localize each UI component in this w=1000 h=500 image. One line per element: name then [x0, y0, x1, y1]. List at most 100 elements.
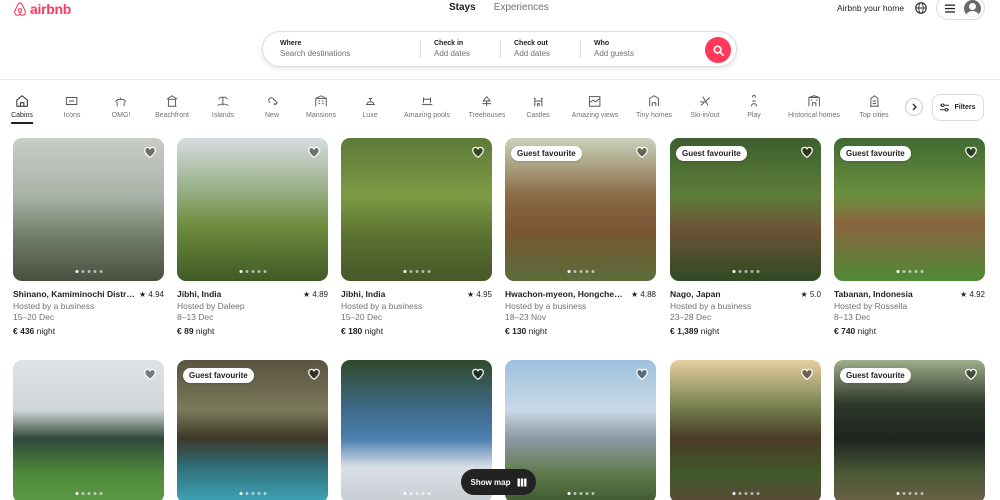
listing-card[interactable]	[670, 360, 821, 500]
listing-card[interactable]: Guest favourite Hwachon-myeon, Hongcheo… ★…	[505, 138, 656, 338]
listing-host: Hosted by Daleep	[177, 300, 245, 311]
listing-photo[interactable]	[177, 138, 328, 281]
listing-rating: ★ 4.92	[960, 290, 985, 299]
listing-photo[interactable]: Guest favourite	[670, 138, 821, 281]
category-ski-in-out[interactable]: Ski-in/out	[690, 94, 720, 119]
ski-icon	[699, 96, 710, 106]
listing-location: Jibhi, India	[341, 289, 386, 299]
listing-photo[interactable]: Guest favourite	[177, 360, 328, 500]
luxe-icon	[365, 97, 375, 105]
photo-pagination-dots	[896, 270, 923, 273]
star-icon: ★	[800, 290, 810, 299]
heart-icon[interactable]	[143, 367, 157, 381]
listing-details: Jibhi, India ★ 4.95 Hosted by a business 15…	[341, 289, 492, 338]
listing-location: Shinano, Kamiminochi Distric…	[13, 289, 135, 299]
guest-favourite-badge: Guest favourite	[840, 146, 911, 161]
airbnb-logo[interactable]: airbnb	[13, 1, 71, 17]
category-icons[interactable]: Icons	[63, 94, 81, 119]
category-amazing-views[interactable]: Amazing views	[572, 94, 618, 119]
heart-icon[interactable]	[307, 145, 321, 159]
listing-card[interactable]: Shinano, Kamiminochi Distric… ★ 4.94 Hoste…	[13, 138, 164, 338]
listing-card[interactable]: Guest favourite Tabanan, Indonesia ★ 4.92 H…	[834, 138, 985, 338]
tab-experiences[interactable]: Experiences	[494, 2, 549, 13]
category-play[interactable]: Play	[747, 94, 761, 119]
category-mansions[interactable]: Mansions	[306, 94, 336, 119]
listing-details: Nago, Japan ★ 5.0 Hosted by a business 23–2…	[670, 289, 821, 338]
heart-icon[interactable]	[471, 367, 485, 381]
listing-photo[interactable]	[13, 138, 164, 281]
category-beachfront[interactable]: Beachfront	[155, 94, 189, 119]
listing-photo[interactable]: Guest favourite	[834, 138, 985, 281]
listing-card[interactable]	[13, 360, 164, 500]
category-tiny-homes[interactable]: Tiny homes	[636, 94, 672, 119]
where-label: Where	[280, 40, 302, 47]
category-label: Top cities	[859, 112, 889, 119]
category-castles[interactable]: Castles	[526, 94, 550, 119]
category-islands[interactable]: Islands	[212, 94, 234, 119]
category-cabins[interactable]: Cabins	[11, 94, 33, 124]
listing-price: € 740 night	[834, 326, 877, 337]
listing-photo[interactable]	[341, 138, 492, 281]
heart-icon[interactable]	[800, 367, 814, 381]
heart-icon[interactable]	[635, 367, 649, 381]
listing-host: Hosted by a business	[670, 300, 752, 311]
category-luxe[interactable]: Luxe	[362, 94, 378, 119]
chevron-right-icon	[912, 103, 917, 111]
heart-icon[interactable]	[800, 145, 814, 159]
category-omg[interactable]: OMG!	[112, 94, 130, 119]
category-amazing-pools[interactable]: Amazing pools	[404, 94, 450, 119]
listing-price: € 1,389 night	[670, 326, 720, 337]
heart-icon[interactable]	[307, 367, 321, 381]
heart-icon[interactable]	[143, 145, 157, 159]
listing-card[interactable]: Guest favourite Nago, Japan ★ 5.0 Hosted by…	[670, 138, 821, 338]
listing-price: € 89 night	[177, 326, 215, 337]
listing-price: € 436 night	[13, 326, 56, 337]
category-label: Castles	[526, 112, 550, 119]
user-menu-button[interactable]	[936, 0, 985, 20]
listing-card[interactable]: Jibhi, India ★ 4.95 Hosted by a business 15…	[341, 138, 492, 338]
listing-photo[interactable]	[13, 360, 164, 500]
listing-photo[interactable]	[670, 360, 821, 500]
key-icon	[268, 97, 278, 105]
listing-card[interactable]: Jibhi, India ★ 4.89 Hosted by Daleep 8–13 D…	[177, 138, 328, 338]
category-top-cities[interactable]: Top cities	[859, 94, 889, 119]
guest-favourite-badge: Guest favourite	[511, 146, 582, 161]
avatar	[964, 0, 981, 17]
filters-button[interactable]: Filters	[932, 94, 984, 121]
category-next-button[interactable]	[905, 98, 923, 116]
where-placeholder: Search destinations	[280, 49, 351, 58]
globe-icon[interactable]	[914, 1, 928, 15]
mansion-icon	[315, 95, 327, 107]
category-treehouses[interactable]: Treehouses	[469, 94, 505, 119]
check-out-field[interactable]: Check out Add dates	[501, 32, 580, 66]
show-map-button[interactable]: Show map	[461, 469, 536, 495]
photo-pagination-dots	[567, 492, 594, 495]
listing-card[interactable]: Guest favourite	[177, 360, 328, 500]
listing-location: Nago, Japan	[670, 289, 721, 299]
heart-icon[interactable]	[964, 145, 978, 159]
heart-icon[interactable]	[471, 145, 485, 159]
category-historical-homes[interactable]: Historical homes	[788, 94, 840, 119]
guests-field[interactable]: Who Add guests	[581, 32, 701, 66]
heart-icon[interactable]	[964, 367, 978, 381]
heart-icon[interactable]	[635, 145, 649, 159]
listing-price: € 130 night	[505, 326, 548, 337]
listing-dates: 15–20 Dec	[13, 312, 55, 323]
star-icon: ★	[631, 290, 641, 299]
category-label: Mansions	[306, 112, 336, 119]
category-new[interactable]: New	[265, 94, 279, 119]
icons-icon	[66, 97, 78, 105]
category-label: Icons	[63, 112, 81, 119]
guest-favourite-badge: Guest favourite	[840, 368, 911, 383]
listing-card[interactable]: Guest favourite	[834, 360, 985, 500]
photo-pagination-dots	[403, 270, 430, 273]
tab-stays[interactable]: Stays	[449, 2, 476, 13]
category-label: Ski-in/out	[690, 112, 720, 119]
listing-photo[interactable]: Guest favourite	[834, 360, 985, 500]
airbnb-your-home-link[interactable]: Airbnb your home	[837, 3, 904, 13]
check-in-field[interactable]: Check in Add dates	[421, 32, 500, 66]
search-button[interactable]	[705, 37, 731, 63]
listing-rating: ★ 4.95	[467, 290, 492, 299]
search-where-field[interactable]: Where Search destinations	[263, 32, 420, 66]
listing-photo[interactable]: Guest favourite	[505, 138, 656, 281]
